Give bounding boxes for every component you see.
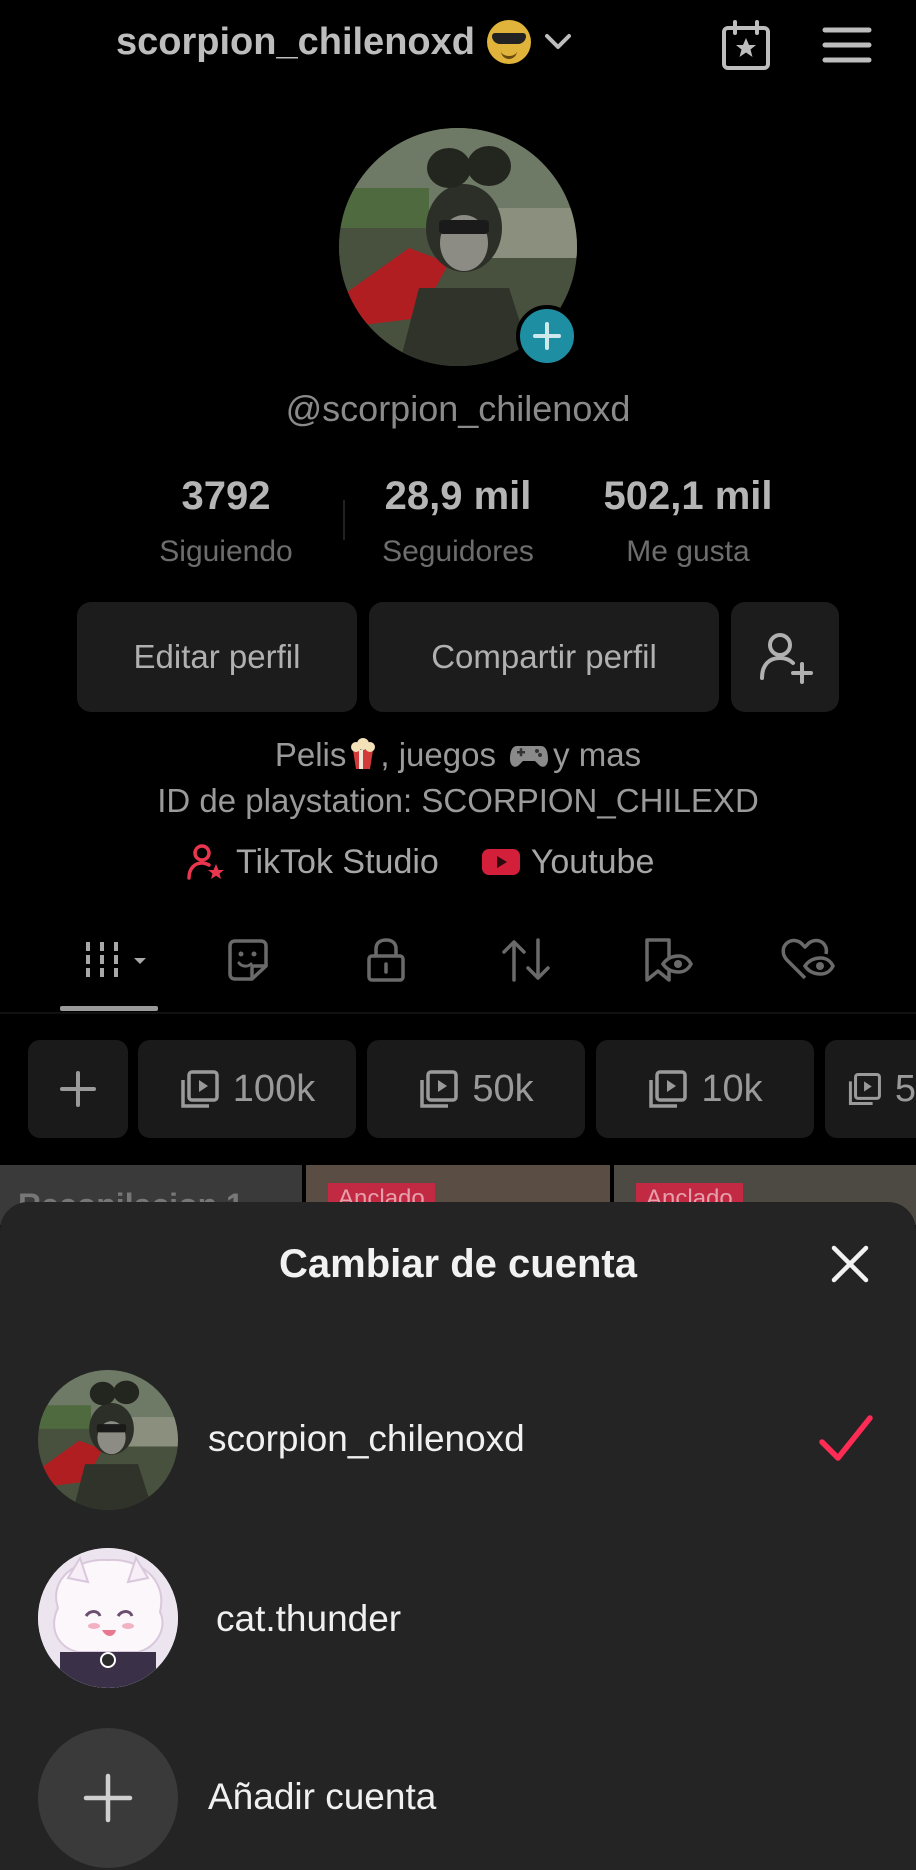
youtube-link[interactable]: Youtube [481,842,655,882]
account-switcher[interactable]: scorpion_chilenoxd [116,20,573,64]
avatar [38,1548,178,1688]
stat-label: Me gusta [626,535,750,568]
tab-liked[interactable] [778,930,838,990]
profile-links: TikTok Studio Youtube [186,842,654,882]
plus-icon [83,1773,133,1823]
chip-label: 100k [232,1067,316,1110]
youtube-icon [481,849,520,875]
private-lock-icon [367,938,405,982]
tab-private[interactable] [356,930,416,990]
sheet-title: Cambiar de cuenta [279,1242,637,1286]
account-name: cat.thunder [216,1598,402,1639]
tiktok-studio-link[interactable]: TikTok Studio [186,842,439,882]
stat-value: 502,1 mil [603,474,773,518]
tabs-divider [0,1012,916,1014]
bio-text: Pelis [274,736,347,773]
account-name: scorpion_chilenoxd [208,1418,525,1459]
chip-label: 50k [472,1067,534,1110]
tab-videos[interactable] [78,930,158,990]
bio-text: , juegos [380,736,496,773]
bio-line-2: ID de playstation: SCORPION_CHILEXD [157,782,759,819]
repost-icon [502,938,550,982]
add-person-icon [760,633,813,684]
playlist-icon [649,1070,688,1108]
bio-line-1: Pelis , juegos y mas [0,736,916,774]
stat-divider [343,500,345,540]
add-account-button[interactable] [38,1728,178,1868]
playlist-chip[interactable]: 5 [825,1040,916,1138]
playlist-icon [420,1070,459,1108]
checkmark-icon [818,1412,874,1468]
share-profile-button[interactable]: Compartir perfil [369,602,719,712]
plus-icon [60,1071,96,1107]
youtube-label: Youtube [530,842,655,881]
add-account-label: Añadir cuenta [208,1776,437,1817]
videos-grid-icon [86,942,146,978]
tab-reposts[interactable] [496,930,556,990]
profile-handle: @scorpion_chilenoxd [285,388,631,429]
playlist-chip[interactable]: 10k [596,1040,814,1138]
switch-account-sheet: Cambiar de cuenta scorpion_chilenoxd cat… [0,1202,916,1870]
edit-profile-button[interactable]: Editar perfil [77,602,357,712]
sunglasses-emoji-icon [486,20,531,64]
stat-followers[interactable]: 28,9 mil Seguidores [348,474,568,569]
stat-likes[interactable]: 502,1 mil Me gusta [578,474,798,569]
stat-value: 28,9 mil [384,474,532,518]
stickers-icon [228,939,268,981]
gamepad-icon [509,740,549,768]
content-tabs [0,930,916,1010]
avatar [38,1370,178,1510]
header-username: scorpion_chilenoxd [116,20,475,63]
menu-icon[interactable] [822,20,872,70]
profile-header: scorpion_chilenoxd [0,0,916,90]
active-tab-indicator [60,1006,158,1011]
playlist-icon [848,1072,881,1106]
playlist-icon [181,1070,219,1108]
stat-value: 3792 [181,474,271,518]
calendar-star-icon[interactable] [720,20,770,70]
popcorn-icon [348,738,378,770]
chip-label: 10k [701,1067,763,1110]
liked-icon [781,938,835,980]
chevron-down-icon [543,27,573,57]
add-story-button[interactable] [516,305,578,367]
studio-icon [187,844,224,880]
stat-label: Siguiendo [159,535,293,568]
add-friend-button[interactable] [731,602,839,712]
playlist-chip[interactable]: 50k [367,1040,585,1138]
tab-stickers[interactable] [218,930,278,990]
add-collection-chip[interactable] [28,1040,128,1138]
stat-label: Seguidores [382,535,534,568]
saved-icon [645,938,693,982]
close-icon [831,1245,869,1283]
bio-text: y mas [553,736,642,773]
tiktok-studio-label: TikTok Studio [236,842,439,881]
chip-label: 5 [894,1067,916,1110]
tab-saved[interactable] [636,930,696,990]
stat-following[interactable]: 3792 Siguiendo [116,474,336,569]
close-button[interactable] [828,1242,872,1286]
playlist-chip[interactable]: 100k [138,1040,356,1138]
